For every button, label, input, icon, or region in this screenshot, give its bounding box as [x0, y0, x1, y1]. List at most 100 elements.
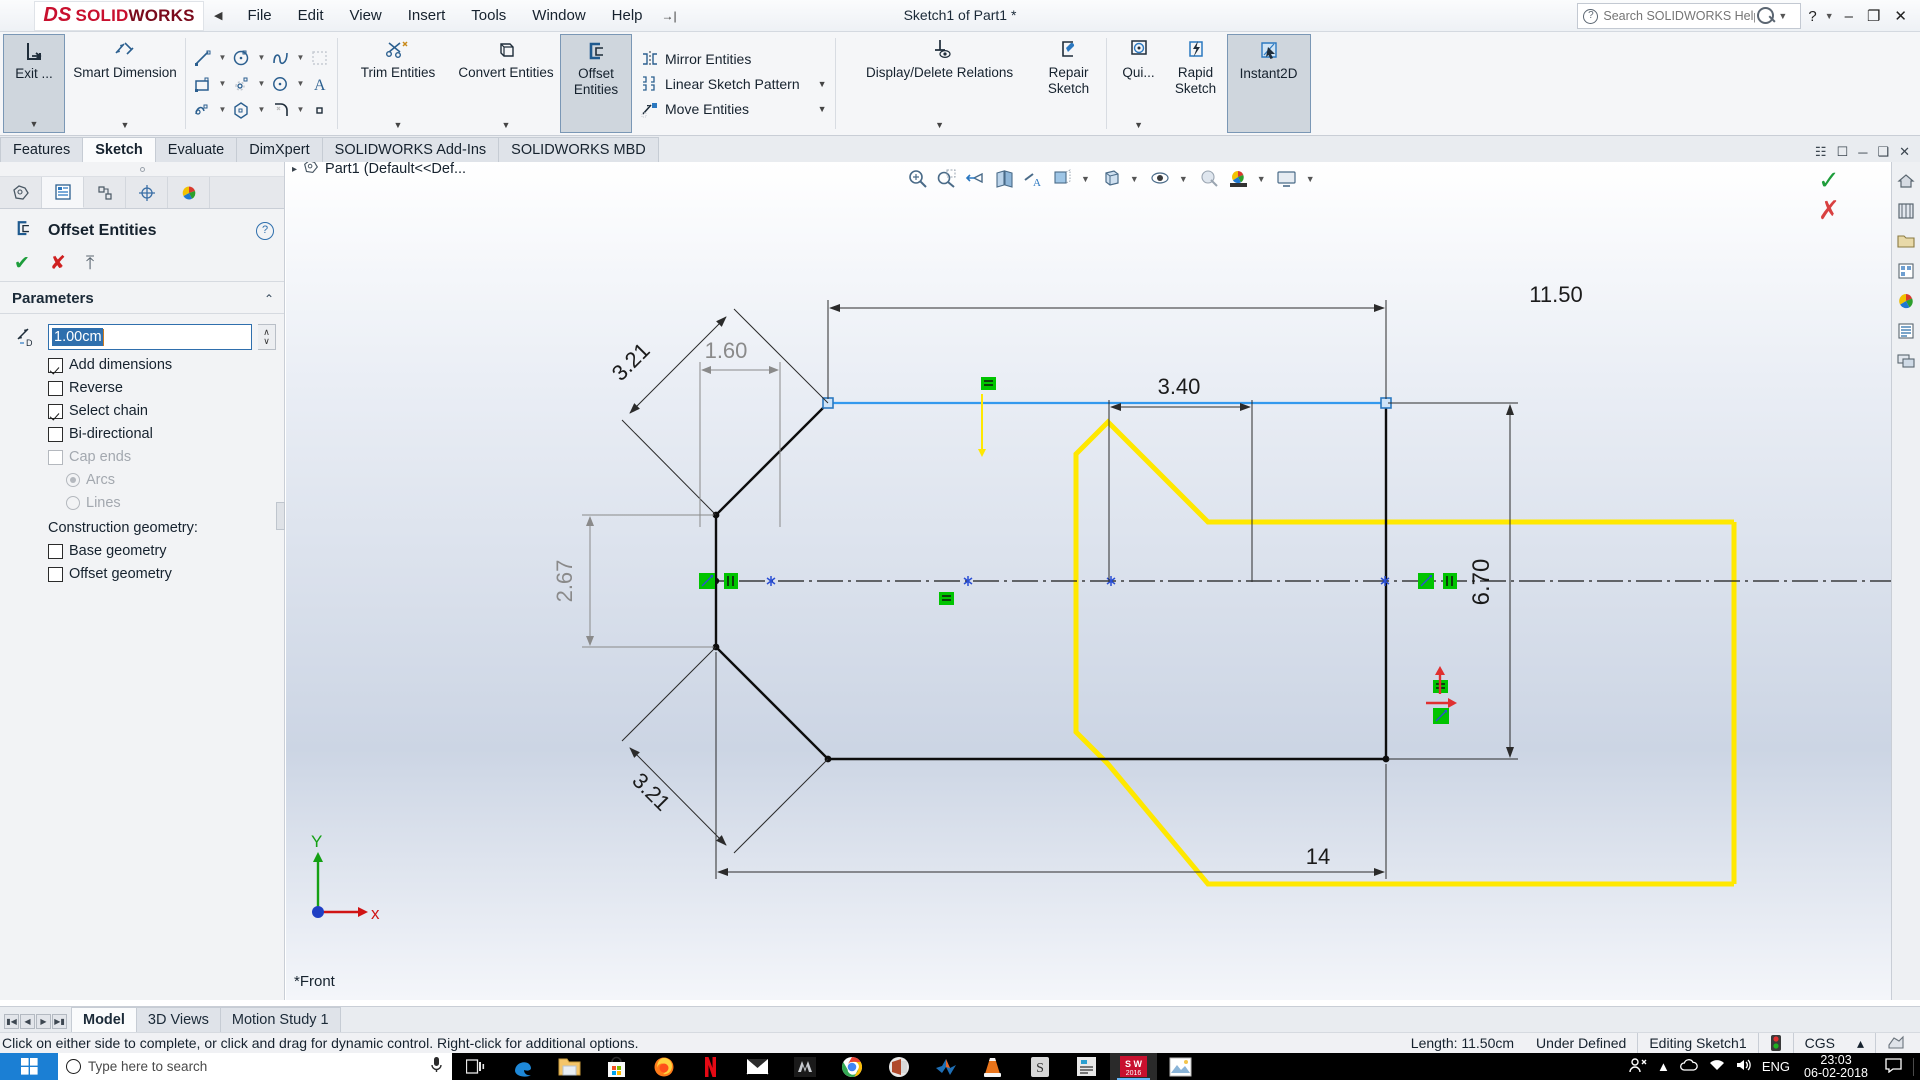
convert-entities-button[interactable]: Convert Entities ▼ — [452, 34, 560, 133]
option-add-dimensions[interactable]: Add dimensions — [8, 357, 276, 373]
linear-sketch-pattern-button[interactable]: Linear Sketch Pattern ▼ — [639, 72, 830, 96]
status-units[interactable]: CGS — [1792, 1032, 1846, 1054]
edge-icon[interactable] — [499, 1053, 546, 1080]
start-button[interactable] — [0, 1053, 58, 1080]
circuit-icon[interactable] — [1063, 1053, 1110, 1080]
design-library-icon[interactable] — [1895, 199, 1918, 222]
help-search-box[interactable]: ? ▼ — [1577, 3, 1802, 29]
fillet-tool-dropdown-icon[interactable]: ▼ — [295, 105, 306, 114]
overlay-toggle-icon[interactable] — [1875, 1032, 1916, 1054]
tab-solidworks-addins[interactable]: SOLIDWORKS Add-Ins — [321, 137, 500, 162]
menu-item-edit[interactable]: Edit — [285, 3, 337, 28]
offset-distance-stepper[interactable]: ∧ ∨ — [258, 324, 276, 350]
search-dropdown-icon[interactable]: ▼ — [1778, 11, 1787, 21]
solidworks-forum-icon[interactable] — [1895, 349, 1918, 372]
document-restore-button[interactable]: ❑ — [1877, 144, 1889, 160]
offset-distance-input[interactable]: 1.00cm — [48, 324, 252, 350]
select-chain-checkbox[interactable] — [48, 403, 63, 419]
nav-first-button[interactable]: ▮◀ — [4, 1014, 19, 1029]
linear-sketch-pattern-dropdown-icon[interactable]: ▼ — [800, 79, 827, 89]
property-manager-tab[interactable] — [42, 177, 84, 208]
text-tool-button[interactable]: A — [308, 72, 332, 96]
show-hidden-icons-icon[interactable]: ▲ — [1657, 1059, 1670, 1074]
microsoft-store-icon[interactable] — [593, 1053, 640, 1080]
dimxpert-manager-tab[interactable] — [126, 177, 168, 208]
slot-tool-dropdown-icon[interactable]: ▼ — [256, 79, 267, 88]
option-select-chain[interactable]: Select chain — [8, 403, 276, 419]
mirror-entities-button[interactable]: Mirror Entities — [639, 47, 830, 71]
line-tool-dropdown-icon[interactable]: ▼ — [217, 53, 228, 62]
tab-solidworks-mbd[interactable]: SOLIDWORKS MBD — [498, 137, 659, 162]
line-tool-button[interactable] — [191, 46, 215, 70]
bottom-tab-3d-views[interactable]: 3D Views — [135, 1007, 221, 1032]
view-palette-icon[interactable] — [1895, 259, 1918, 282]
circle-tool-button[interactable] — [230, 46, 254, 70]
solidworks-icon[interactable]: S W 2016 — [1110, 1053, 1157, 1080]
close-button[interactable]: ✕ — [1887, 5, 1914, 27]
accept-button[interactable]: ✔ — [14, 254, 30, 273]
convert-entities-dropdown-icon[interactable]: ▼ — [502, 120, 511, 133]
restore-button[interactable]: ❐ — [1860, 5, 1887, 27]
arc-tool-dropdown-icon[interactable]: ▼ — [295, 79, 306, 88]
bottom-tab-model[interactable]: Model — [71, 1007, 137, 1032]
spline-tool-dropdown-icon[interactable]: ▼ — [295, 53, 306, 62]
cancel-button[interactable]: ✘ — [50, 254, 66, 273]
display-delete-relations-dropdown-icon[interactable]: ▼ — [935, 120, 944, 133]
taskbar-clock[interactable]: 23:03 06-02-2018 — [1799, 1053, 1873, 1080]
minimize-button[interactable]: – — [1838, 6, 1860, 27]
rapid-sketch-button[interactable]: Rapid Sketch — [1165, 34, 1227, 133]
bottom-tab-motion-study[interactable]: Motion Study 1 — [219, 1007, 341, 1032]
repair-sketch-button[interactable]: Repair Sketch — [1038, 34, 1100, 133]
taskbar-search-box[interactable]: Type here to search — [58, 1053, 452, 1080]
option-offset-geometry[interactable]: Offset geometry — [8, 566, 276, 582]
rectangle-tool-dropdown-icon[interactable]: ▼ — [217, 79, 228, 88]
matlab-icon[interactable] — [922, 1053, 969, 1080]
menu-item-insert[interactable]: Insert — [395, 3, 459, 28]
offset-geometry-checkbox[interactable] — [48, 566, 63, 582]
tab-sketch[interactable]: Sketch — [82, 137, 156, 162]
polygon-tool-dropdown-icon[interactable]: ▼ — [256, 105, 267, 114]
trim-entities-button[interactable]: Trim Entities ▼ — [344, 34, 452, 133]
document-close-button[interactable]: ✕ — [1899, 144, 1910, 160]
exit-sketch-button[interactable]: Exit ... ▼ — [3, 34, 65, 133]
feature-manager-tab[interactable] — [0, 177, 42, 208]
graphics-area[interactable]: A ▼ ▼ ▼ ▼ ▼ ✓ ✗ 11.50 3.40 3.21 1.60 2.6… — [286, 162, 1920, 1000]
file-explorer-icon[interactable] — [546, 1053, 593, 1080]
offset-entities-button[interactable]: Offset Entities — [560, 34, 632, 133]
parameters-collapse-icon[interactable]: ⌃ — [264, 292, 274, 306]
slot-tool-button[interactable] — [230, 72, 254, 96]
circle-tool-dropdown-icon[interactable]: ▼ — [256, 53, 267, 62]
search-icon[interactable] — [1755, 5, 1777, 27]
nav-last-button[interactable]: ▶▮ — [52, 1014, 67, 1029]
quick-snaps-button[interactable]: Qui... ▼ — [1113, 34, 1165, 133]
volume-icon[interactable] — [1735, 1058, 1753, 1075]
nav-next-button[interactable]: ▶ — [36, 1014, 51, 1029]
file-explorer-pane-icon[interactable] — [1895, 229, 1918, 252]
tile-windows-icon[interactable]: ☷ — [1815, 144, 1827, 160]
network-icon[interactable] — [1708, 1058, 1726, 1075]
help-dropdown-icon[interactable]: ▼ — [1825, 11, 1834, 21]
smart-dimension-dropdown-icon[interactable]: ▼ — [121, 120, 130, 133]
arc-tool-button[interactable] — [269, 72, 293, 96]
property-manager-help-icon[interactable]: ? — [256, 222, 274, 240]
tab-evaluate[interactable]: Evaluate — [154, 137, 238, 162]
sketch-grid-tool-button[interactable] — [308, 46, 332, 70]
move-entities-dropdown-icon[interactable]: ▼ — [800, 104, 827, 114]
help-button[interactable]: ? — [1801, 6, 1823, 27]
add-dimensions-checkbox[interactable] — [48, 357, 63, 373]
alienware-icon[interactable] — [781, 1053, 828, 1080]
nav-prev-button[interactable]: ◀ — [20, 1014, 35, 1029]
fillet-tool-button[interactable] — [269, 98, 293, 122]
task-view-icon[interactable] — [452, 1053, 499, 1080]
exit-sketch-dropdown-icon[interactable]: ▼ — [30, 119, 39, 132]
sublime-icon[interactable]: S — [1016, 1053, 1063, 1080]
action-center-icon[interactable] — [1882, 1057, 1904, 1076]
custom-properties-icon[interactable] — [1895, 319, 1918, 342]
sketch-canvas[interactable]: 11.50 3.40 3.21 1.60 2.67 3.21 6.70 14 Y… — [286, 162, 1891, 1000]
photos-icon[interactable] — [1157, 1053, 1204, 1080]
tile-windows2-icon[interactable]: ☐ — [1837, 144, 1849, 160]
spline-tool-button[interactable] — [269, 46, 293, 70]
configuration-manager-tab[interactable] — [84, 177, 126, 208]
base-geometry-checkbox[interactable] — [48, 543, 63, 559]
appearances-scenes-icon[interactable] — [1895, 289, 1918, 312]
